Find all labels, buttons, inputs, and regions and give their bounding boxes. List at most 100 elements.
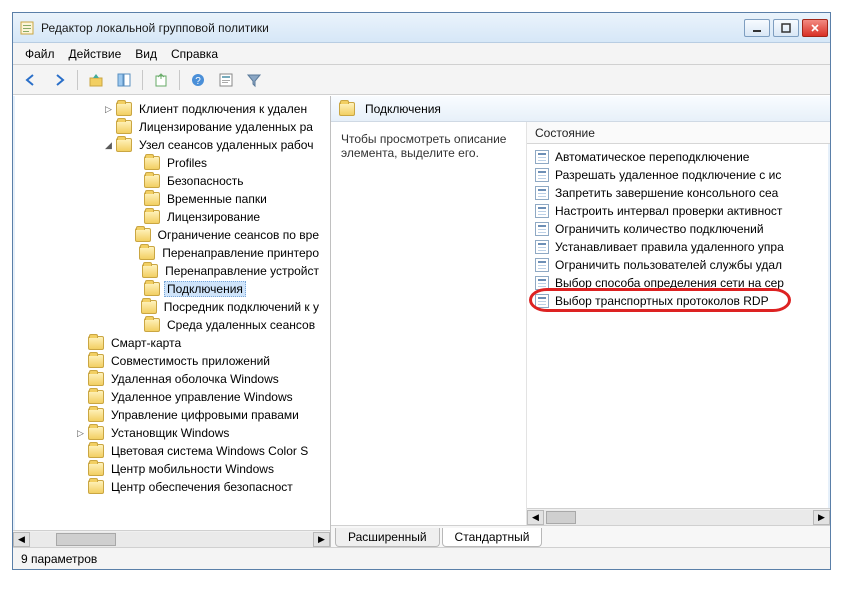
- tab-extended[interactable]: Расширенный: [335, 528, 440, 547]
- setting-item[interactable]: Выбор способа определения сети на сер: [527, 274, 830, 292]
- setting-label: Ограничить пользователей службы удал: [555, 258, 782, 272]
- maximize-button[interactable]: [773, 19, 799, 37]
- toggle-spacer: [131, 194, 142, 205]
- scroll-right-arrow[interactable]: ▶: [813, 510, 830, 525]
- tree-item[interactable]: Подключения: [13, 280, 330, 298]
- column-header-state[interactable]: Состояние: [527, 122, 830, 144]
- tree-item[interactable]: Смарт-карта: [13, 334, 330, 352]
- tree-item[interactable]: Profiles: [13, 154, 330, 172]
- tree-item-label: Profiles: [164, 155, 210, 171]
- toggle-spacer: [75, 464, 86, 475]
- tree-item[interactable]: Лицензирование: [13, 208, 330, 226]
- tree-item[interactable]: Ограничение сеансов по вре: [13, 226, 330, 244]
- list-horizontal-scrollbar[interactable]: ◀ ▶: [527, 508, 830, 525]
- setting-label: Запретить завершение консольного сеа: [555, 186, 778, 200]
- properties-button[interactable]: [214, 68, 238, 92]
- show-hide-tree-button[interactable]: [112, 68, 136, 92]
- setting-icon: [535, 276, 549, 290]
- setting-item[interactable]: Ограничить количество подключений: [527, 220, 830, 238]
- tree-item[interactable]: Временные папки: [13, 190, 330, 208]
- up-button[interactable]: [84, 68, 108, 92]
- setting-item[interactable]: Ограничить пользователей службы удал: [527, 256, 830, 274]
- scroll-thumb[interactable]: [546, 511, 576, 524]
- tree-item[interactable]: Центр мобильности Windows: [13, 460, 330, 478]
- tree-item[interactable]: Посредник подключений к у: [13, 298, 330, 316]
- setting-label: Настроить интервал проверки активност: [555, 204, 782, 218]
- scroll-left-arrow[interactable]: ◀: [527, 510, 544, 525]
- content-area: ▷Клиент подключения к удаленЛицензирован…: [13, 95, 830, 547]
- folder-icon: [144, 156, 160, 170]
- tree-item[interactable]: Центр обеспечения безопасност: [13, 478, 330, 496]
- toggle-spacer: [131, 176, 142, 187]
- tree-item[interactable]: ▷ Клиент подключения к удален: [13, 100, 330, 118]
- back-button[interactable]: [19, 68, 43, 92]
- expand-icon[interactable]: ▷: [75, 428, 86, 439]
- menu-help[interactable]: Справка: [165, 45, 224, 63]
- menu-view[interactable]: Вид: [129, 45, 163, 63]
- tree-item-label: Временные папки: [164, 191, 270, 207]
- folder-icon: [144, 318, 160, 332]
- setting-item[interactable]: Разрешать удаленное подключение с ис: [527, 166, 830, 184]
- setting-item[interactable]: Настроить интервал проверки активност: [527, 202, 830, 220]
- tree-item[interactable]: Перенаправление принтеро: [13, 244, 330, 262]
- forward-button[interactable]: [47, 68, 71, 92]
- tree-item[interactable]: Управление цифровыми правами: [13, 406, 330, 424]
- scroll-right-arrow[interactable]: ▶: [313, 532, 330, 547]
- tree-horizontal-scrollbar[interactable]: ◀ ▶: [13, 530, 330, 547]
- tree-item[interactable]: Цветовая система Windows Color S: [13, 442, 330, 460]
- gpedit-window: Редактор локальной групповой политики Фа…: [12, 12, 831, 570]
- tree-item-label: Перенаправление устройст: [162, 263, 322, 279]
- folder-icon: [144, 210, 160, 224]
- menu-file[interactable]: Файл: [19, 45, 61, 63]
- setting-item[interactable]: Автоматическое переподключение: [527, 148, 830, 166]
- tree-item[interactable]: Перенаправление устройст: [13, 262, 330, 280]
- setting-icon: [535, 168, 549, 182]
- tree-item[interactable]: Лицензирование удаленных ра: [13, 118, 330, 136]
- toggle-spacer: [75, 482, 86, 493]
- tree-item[interactable]: ◢Узел сеансов удаленных рабоч: [13, 136, 330, 154]
- setting-label: Автоматическое переподключение: [555, 150, 749, 164]
- setting-icon: [535, 294, 549, 308]
- separator: [142, 70, 143, 90]
- tree-item-label: Клиент подключения к удален: [136, 101, 310, 117]
- folder-icon: [116, 138, 132, 152]
- setting-item[interactable]: Устанавливает правила удаленного упра: [527, 238, 830, 256]
- expand-icon[interactable]: ▷: [103, 104, 114, 115]
- tree-item[interactable]: Безопасность: [13, 172, 330, 190]
- scroll-left-arrow[interactable]: ◀: [13, 532, 30, 547]
- menu-action[interactable]: Действие: [63, 45, 128, 63]
- settings-list[interactable]: Автоматическое переподключение Разрешать …: [527, 144, 830, 508]
- folder-icon: [88, 426, 104, 440]
- tree-item[interactable]: Среда удаленных сеансов: [13, 316, 330, 334]
- toggle-spacer: [103, 122, 114, 133]
- navigation-tree[interactable]: ▷Клиент подключения к удаленЛицензирован…: [13, 96, 330, 530]
- scroll-thumb[interactable]: [56, 533, 116, 546]
- tree-item[interactable]: Удаленное управление Windows: [13, 388, 330, 406]
- tree-item-label: Цветовая система Windows Color S: [108, 443, 311, 459]
- toggle-spacer: [131, 158, 142, 169]
- statusbar: 9 параметров: [13, 547, 830, 569]
- window-title: Редактор локальной групповой политики: [41, 21, 744, 35]
- tree-item[interactable]: Совместимость приложений: [13, 352, 330, 370]
- toggle-spacer: [75, 338, 86, 349]
- help-button[interactable]: ?: [186, 68, 210, 92]
- tree-item[interactable]: Удаленная оболочка Windows: [13, 370, 330, 388]
- tree-item-label: Безопасность: [164, 173, 247, 189]
- close-button[interactable]: [802, 19, 828, 37]
- minimize-button[interactable]: [744, 19, 770, 37]
- tab-standard[interactable]: Стандартный: [442, 528, 543, 547]
- export-button[interactable]: [149, 68, 173, 92]
- folder-icon: [88, 480, 104, 494]
- folder-icon: [88, 462, 104, 476]
- filter-button[interactable]: [242, 68, 266, 92]
- tree-item-label: Центр мобильности Windows: [108, 461, 277, 477]
- tree-item[interactable]: ▷Установщик Windows: [13, 424, 330, 442]
- toggle-spacer: [131, 212, 142, 223]
- collapse-icon[interactable]: ◢: [103, 140, 114, 151]
- setting-item[interactable]: Выбор транспортных протоколов RDP: [527, 292, 830, 310]
- setting-item[interactable]: Запретить завершение консольного сеа: [527, 184, 830, 202]
- tree-item-label: Удаленная оболочка Windows: [108, 371, 282, 387]
- description-text: Чтобы просмотреть описание элемента, выд…: [341, 132, 506, 160]
- folder-icon: [144, 174, 160, 188]
- folder-icon: [88, 390, 104, 404]
